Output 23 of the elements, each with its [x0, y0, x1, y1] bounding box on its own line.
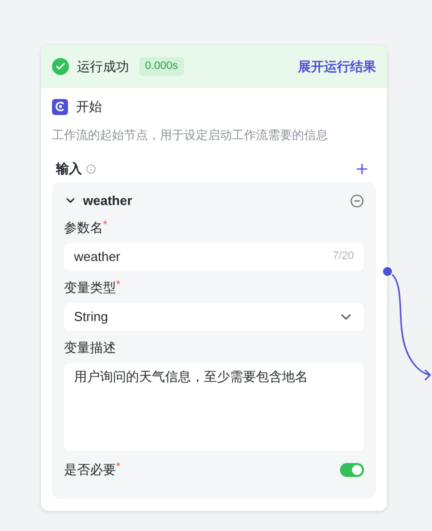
field-label: 变量类型	[64, 278, 116, 297]
required-mark: *	[116, 278, 120, 292]
start-node-icon	[52, 98, 68, 115]
char-count: 7/20	[332, 249, 354, 264]
field-label: 变量描述	[64, 338, 116, 357]
toggle-switch[interactable]	[340, 462, 364, 476]
node-title: 开始	[76, 98, 102, 116]
expand-results-link[interactable]: 展开运行结果	[298, 56, 376, 76]
status-text: 运行成功	[77, 58, 129, 76]
node-description: 工作流的起始节点，用于设定启动工作流需要的信息	[51, 126, 329, 144]
required-mark: *	[103, 218, 108, 232]
type-select[interactable]: String	[64, 302, 364, 330]
section-title: 输入	[56, 160, 82, 178]
description-field[interactable]: 用户询问的天气信息，至少需要包含地名	[64, 362, 364, 450]
field-label: 是否必要	[64, 460, 116, 479]
success-icon	[52, 58, 69, 75]
parameter-name: weather	[83, 192, 134, 210]
field-label: 参数名	[64, 218, 103, 237]
input-field[interactable]: weather 7/20	[64, 242, 364, 270]
remove-icon[interactable]	[350, 194, 364, 208]
required-mark: *	[116, 460, 120, 474]
duration-tag: 0.000s	[139, 57, 184, 76]
add-icon[interactable]	[354, 160, 370, 176]
